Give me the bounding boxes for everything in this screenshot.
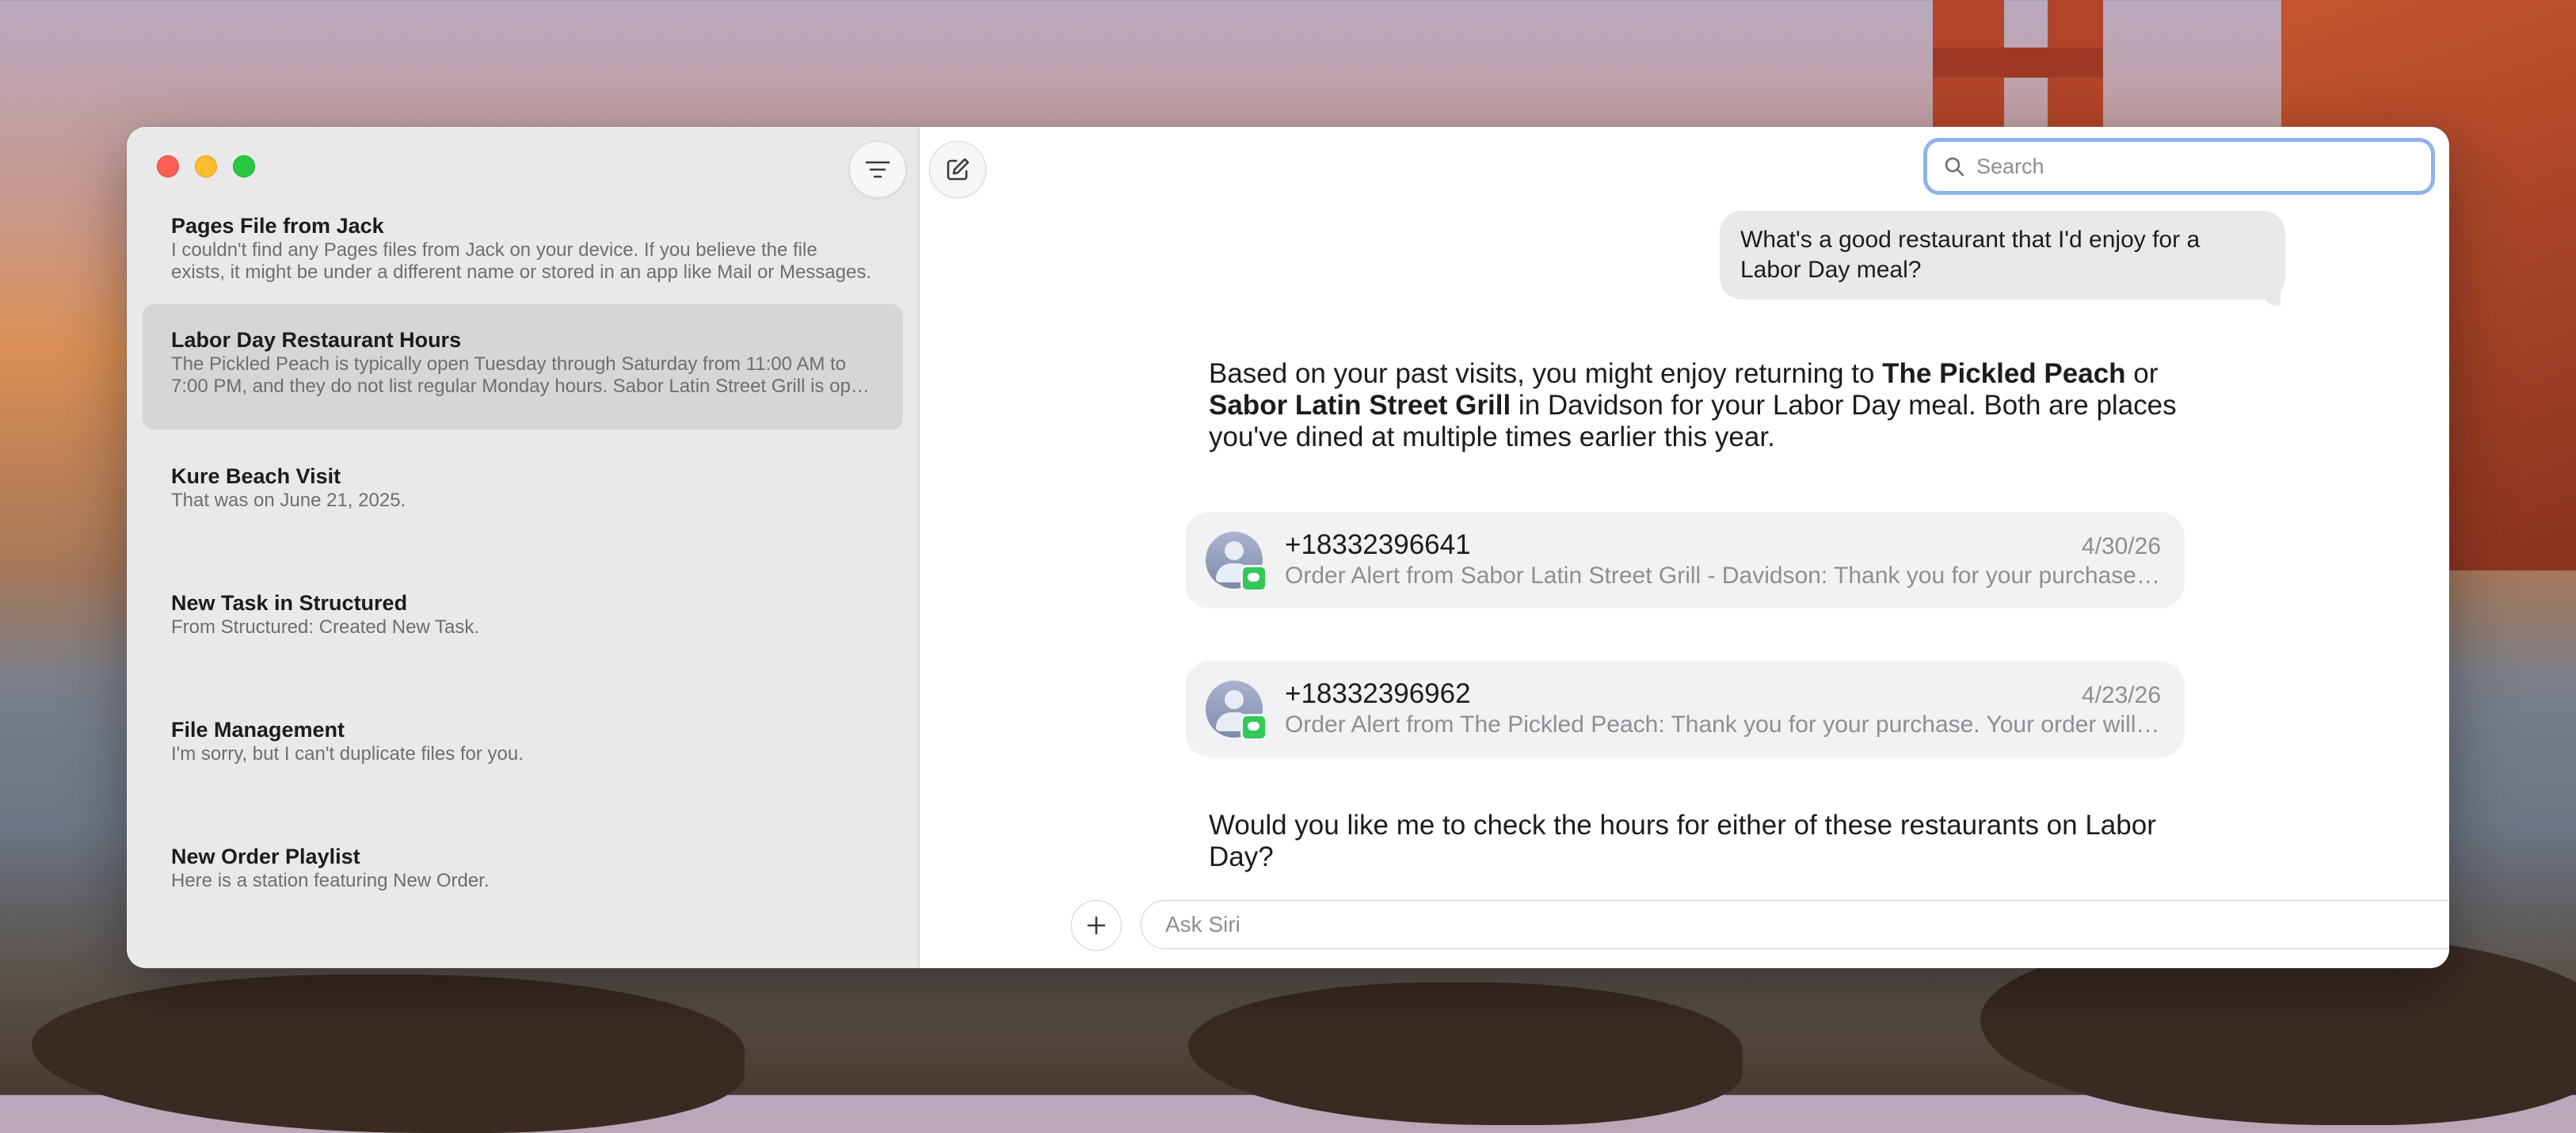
window-controls bbox=[157, 155, 255, 177]
wallpaper-bridge-beam bbox=[1933, 48, 2103, 78]
contact-avatar bbox=[1206, 681, 1267, 741]
assistant-followup: Would you like me to check the hours for… bbox=[1209, 810, 2156, 872]
add-attachment-button[interactable] bbox=[1071, 900, 1122, 951]
search-icon bbox=[1945, 157, 1964, 177]
wallpaper-rock bbox=[32, 975, 745, 1133]
conversation-item-selected[interactable]: Labor Day Restaurant Hours The Pickled P… bbox=[143, 304, 903, 429]
new-conversation-button[interactable] bbox=[929, 141, 986, 198]
conversation-preview: Here is a station featuring New Order. bbox=[171, 870, 490, 891]
conversation-preview: I'm sorry, but I can't duplicate files f… bbox=[171, 743, 524, 765]
conversation-preview: From Structured: Created New Task. bbox=[171, 616, 480, 638]
ask-siri-input[interactable] bbox=[1164, 911, 2434, 938]
wallpaper-rock bbox=[1188, 982, 1743, 1125]
message-sender: +18332396641 bbox=[1285, 529, 1471, 560]
siri-chat-window: Pages File from Jack I couldn't find any… bbox=[127, 127, 2449, 968]
close-window-button[interactable] bbox=[157, 155, 179, 177]
conversation-preview: That was on June 21, 2025. bbox=[171, 490, 406, 511]
conversation-preview: The Pickled Peach is typically open Tues… bbox=[171, 353, 872, 397]
reply-text: Based on your past visits, you might enj… bbox=[1209, 358, 1883, 389]
message-date: 4/23/26 bbox=[2081, 682, 2161, 708]
compose-icon bbox=[947, 158, 970, 181]
message-result-card[interactable]: +18332396641 4/30/26 Order Alert from Sa… bbox=[1185, 512, 2185, 608]
conversation-title: File Management bbox=[171, 718, 345, 742]
conversation-item[interactable]: Kure Beach Visit That was on June 21, 20… bbox=[143, 441, 903, 566]
search-field[interactable] bbox=[1923, 138, 2435, 195]
message-preview: Order Alert from The Pickled Peach: Than… bbox=[1285, 711, 2161, 738]
conversation-title: Kure Beach Visit bbox=[171, 464, 341, 488]
conversation-item[interactable]: Pages File from Jack I couldn't find any… bbox=[143, 190, 903, 315]
conversation-title: Pages File from Jack bbox=[171, 214, 384, 238]
conversation-title: New Order Playlist bbox=[171, 845, 360, 868]
messages-app-icon bbox=[1240, 565, 1267, 592]
search-input[interactable] bbox=[1975, 153, 2422, 180]
assistant-reply: Based on your past visits, you might enj… bbox=[1209, 358, 2183, 453]
message-sender: +18332396962 bbox=[1285, 678, 1471, 709]
conversation-title: New Task in Structured bbox=[171, 591, 408, 615]
messages-app-icon bbox=[1240, 714, 1267, 741]
message-result-card[interactable]: +18332396962 4/23/26 Order Alert from Th… bbox=[1185, 661, 2185, 757]
ask-siri-field[interactable] bbox=[1141, 900, 2449, 949]
restaurant-name: The Pickled Peach bbox=[1882, 358, 2126, 389]
filter-icon bbox=[865, 161, 890, 178]
conversation-item[interactable]: New Task in Structured From Structured: … bbox=[143, 567, 903, 692]
conversation-item[interactable]: New Order Playlist Here is a station fea… bbox=[143, 821, 903, 946]
restaurant-name: Sabor Latin Street Grill bbox=[1209, 390, 1511, 421]
user-message-bubble: What's a good restaurant that I'd enjoy … bbox=[1720, 211, 2285, 306]
reply-text: or bbox=[2125, 358, 2159, 389]
message-date: 4/30/26 bbox=[2081, 533, 2161, 559]
message-preview: Order Alert from Sabor Latin Street Gril… bbox=[1285, 563, 2161, 589]
conversation-title: Labor Day Restaurant Hours bbox=[171, 328, 462, 352]
conversation-preview: I couldn't find any Pages files from Jac… bbox=[171, 239, 872, 283]
zoom-window-button[interactable] bbox=[233, 155, 255, 177]
sidebar: Pages File from Jack I couldn't find any… bbox=[127, 127, 920, 968]
conversation-item[interactable]: File Management I'm sorry, but I can't d… bbox=[143, 694, 903, 819]
minimize-window-button[interactable] bbox=[195, 155, 217, 177]
plus-icon bbox=[1087, 916, 1106, 935]
contact-avatar bbox=[1206, 532, 1267, 592]
